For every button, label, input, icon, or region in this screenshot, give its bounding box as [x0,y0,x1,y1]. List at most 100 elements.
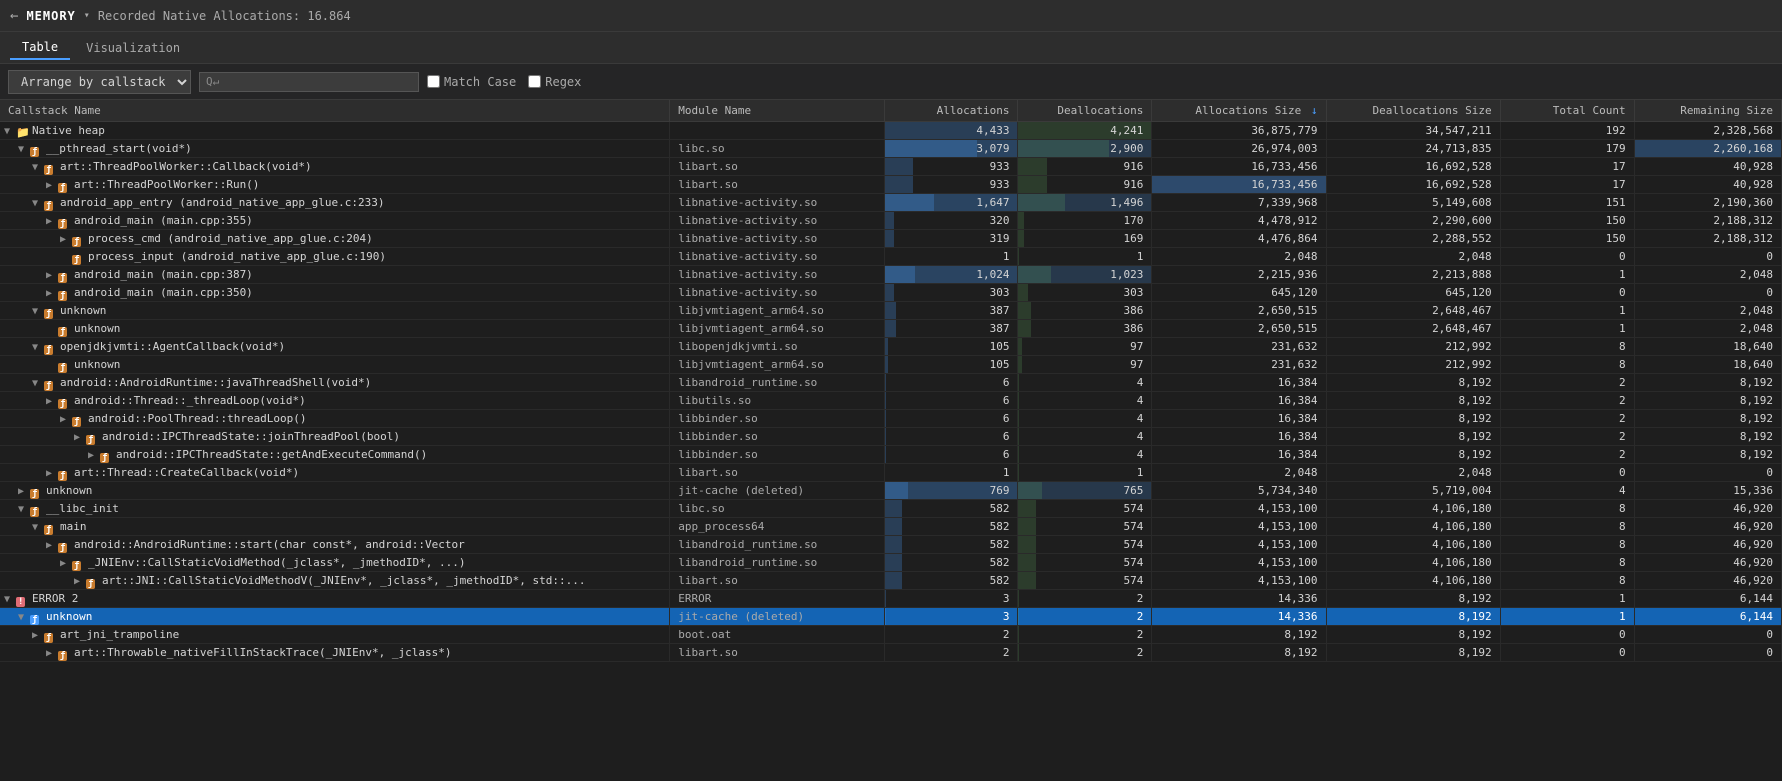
table-row[interactable]: ▼ƒ__pthread_start(void*) libc.so 3,079 2… [0,140,1782,158]
table-row[interactable]: ▼!ERROR 2 ERROR 3 2 14,336 8,192 1 6,144 [0,590,1782,608]
cell-dealloc-size: 2,048 [1326,248,1500,266]
expand-btn[interactable]: ▶ [46,270,58,281]
regex-checkbox[interactable]: Regex [528,75,581,89]
cell-total-count: 150 [1500,212,1634,230]
table-row[interactable]: ▼ƒmain app_process64 582 574 4,153,100 4… [0,518,1782,536]
cell-remaining-size: 8,192 [1634,428,1781,446]
col-header-total-count[interactable]: Total Count [1500,100,1634,122]
table-row[interactable]: ▶ƒandroid_main (main.cpp:350) libnative-… [0,284,1782,302]
table-row[interactable]: ▶ƒandroid::IPCThreadState::joinThreadPoo… [0,428,1782,446]
table-row[interactable]: ▼ƒ__libc_init libc.so 582 574 4,153,100 … [0,500,1782,518]
back-button[interactable]: ← [10,8,18,24]
cell-callstack: ▶ƒandroid_main (main.cpp:350) [0,284,670,302]
expand-btn[interactable]: ▶ [46,648,58,659]
cell-total-count: 0 [1500,644,1634,662]
table-row[interactable]: ▶ƒart::JNI::CallStaticVoidMethodV(_JNIEn… [0,572,1782,590]
expand-btn[interactable]: ▶ [60,558,72,569]
table-row[interactable]: ▶ƒ_JNIEnv::CallStaticVoidMethod(_jclass*… [0,554,1782,572]
cell-module: libandroid_runtime.so [670,374,884,392]
cell-deallocations: 1,023 [1018,266,1152,284]
arrange-select[interactable]: Arrange by callstack [8,70,191,94]
expand-btn[interactable]: ▶ [46,180,58,191]
expand-btn[interactable]: ▼ [32,378,44,389]
cell-callstack: ƒunknown [0,320,670,338]
cell-callstack: ▼ƒunknown [0,302,670,320]
expand-btn[interactable]: ▶ [32,630,44,641]
expand-btn[interactable]: ▶ [46,288,58,299]
expand-btn[interactable]: ▼ [4,594,16,605]
table-row[interactable]: ▼ƒopenjdkjvmti::AgentCallback(void*) lib… [0,338,1782,356]
cell-remaining-size: 8,192 [1634,374,1781,392]
cell-module: libjvmtiagent_arm64.so [670,302,884,320]
expand-btn[interactable]: ▶ [46,396,58,407]
tab-table[interactable]: Table [10,36,70,60]
expand-btn[interactable]: ▼ [18,504,30,515]
expand-btn[interactable]: ▶ [60,414,72,425]
table-row[interactable]: ƒunknown libjvmtiagent_arm64.so 105 97 2… [0,356,1782,374]
table-row[interactable]: ▶ƒart::ThreadPoolWorker::Run() libart.so… [0,176,1782,194]
cell-alloc-size: 36,875,779 [1152,122,1326,140]
cell-alloc-size: 2,650,515 [1152,302,1326,320]
expand-btn[interactable]: ▶ [74,432,86,443]
col-header-alloc-size[interactable]: Allocations Size ↓ [1152,100,1326,122]
table-row[interactable]: ▶ƒandroid_main (main.cpp:387) libnative-… [0,266,1782,284]
table-row[interactable]: ▶ƒart::Thread::CreateCallback(void*) lib… [0,464,1782,482]
expand-btn[interactable]: ▶ [46,468,58,479]
expand-btn[interactable]: ▶ [46,540,58,551]
cell-callstack: ▶ƒandroid::IPCThreadState::getAndExecute… [0,446,670,464]
table-row[interactable]: ▼ƒandroid_app_entry (android_native_app_… [0,194,1782,212]
cell-callstack: ▶ƒandroid::Thread::_threadLoop(void*) [0,392,670,410]
col-header-dealloc-size[interactable]: Deallocations Size [1326,100,1500,122]
table-row[interactable]: ▶ƒandroid::Thread::_threadLoop(void*) li… [0,392,1782,410]
table-row[interactable]: ▼ƒart::ThreadPoolWorker::Callback(void*)… [0,158,1782,176]
col-header-allocations[interactable]: Allocations [884,100,1018,122]
table-row[interactable]: ƒprocess_input (android_native_app_glue.… [0,248,1782,266]
table-row[interactable]: ƒunknown libjvmtiagent_arm64.so 387 386 … [0,320,1782,338]
search-icon: Q↵ [206,75,219,88]
table-row[interactable]: ▼📁Native heap 4,433 4,241 36,875,779 34,… [0,122,1782,140]
table-row[interactable]: ▶ƒandroid::PoolThread::threadLoop() libb… [0,410,1782,428]
expand-btn[interactable]: ▼ [32,342,44,353]
tab-visualization[interactable]: Visualization [74,37,192,59]
table-row[interactable]: ▶ƒart_jni_trampoline boot.oat 2 2 8,192 … [0,626,1782,644]
table-row[interactable]: ▶ƒunknown jit-cache (deleted) 769 765 5,… [0,482,1782,500]
table-row[interactable]: ▶ƒandroid_main (main.cpp:355) libnative-… [0,212,1782,230]
expand-btn[interactable]: ▼ [18,144,30,155]
cell-remaining-size: 46,920 [1634,518,1781,536]
cell-deallocations: 1 [1018,248,1152,266]
search-box: Q↵ [199,72,419,92]
expand-btn[interactable]: ▼ [18,612,30,623]
dropdown-arrow[interactable]: ▾ [84,10,90,21]
search-input[interactable] [223,75,403,89]
cell-deallocations: 4 [1018,374,1152,392]
match-case-checkbox[interactable]: Match Case [427,75,516,89]
expand-btn[interactable]: ▶ [88,450,100,461]
cell-total-count: 0 [1500,626,1634,644]
cell-total-count: 8 [1500,572,1634,590]
table-row[interactable]: ▼ƒunknown libjvmtiagent_arm64.so 387 386… [0,302,1782,320]
expand-btn[interactable]: ▼ [32,198,44,209]
expand-btn[interactable]: ▶ [74,576,86,587]
table-row[interactable]: ▼ƒandroid::AndroidRuntime::javaThreadShe… [0,374,1782,392]
col-header-callstack[interactable]: Callstack Name [0,100,670,122]
table-row[interactable]: ▶ƒart::Throwable_nativeFillInStackTrace(… [0,644,1782,662]
cell-dealloc-size: 8,192 [1326,374,1500,392]
expand-btn[interactable]: ▼ [4,126,16,137]
cell-alloc-size: 4,153,100 [1152,518,1326,536]
cell-deallocations: 4 [1018,446,1152,464]
expand-btn[interactable]: ▶ [18,486,30,497]
table-row[interactable]: ▶ƒprocess_cmd (android_native_app_glue.c… [0,230,1782,248]
cell-allocations: 1 [884,464,1018,482]
expand-btn[interactable]: ▼ [32,522,44,533]
col-header-module[interactable]: Module Name [670,100,884,122]
table-row[interactable]: ▶ƒandroid::IPCThreadState::getAndExecute… [0,446,1782,464]
table-row[interactable]: ▶ƒandroid::AndroidRuntime::start(char co… [0,536,1782,554]
expand-btn[interactable]: ▶ [60,234,72,245]
table-row[interactable]: ▼ƒunknown jit-cache (deleted) 3 2 14,336… [0,608,1782,626]
expand-btn[interactable]: ▼ [32,306,44,317]
col-header-deallocations[interactable]: Deallocations [1018,100,1152,122]
expand-btn[interactable]: ▼ [32,162,44,173]
expand-btn[interactable]: ▶ [46,216,58,227]
cell-allocations: 582 [884,536,1018,554]
col-header-remaining-size[interactable]: Remaining Size [1634,100,1781,122]
